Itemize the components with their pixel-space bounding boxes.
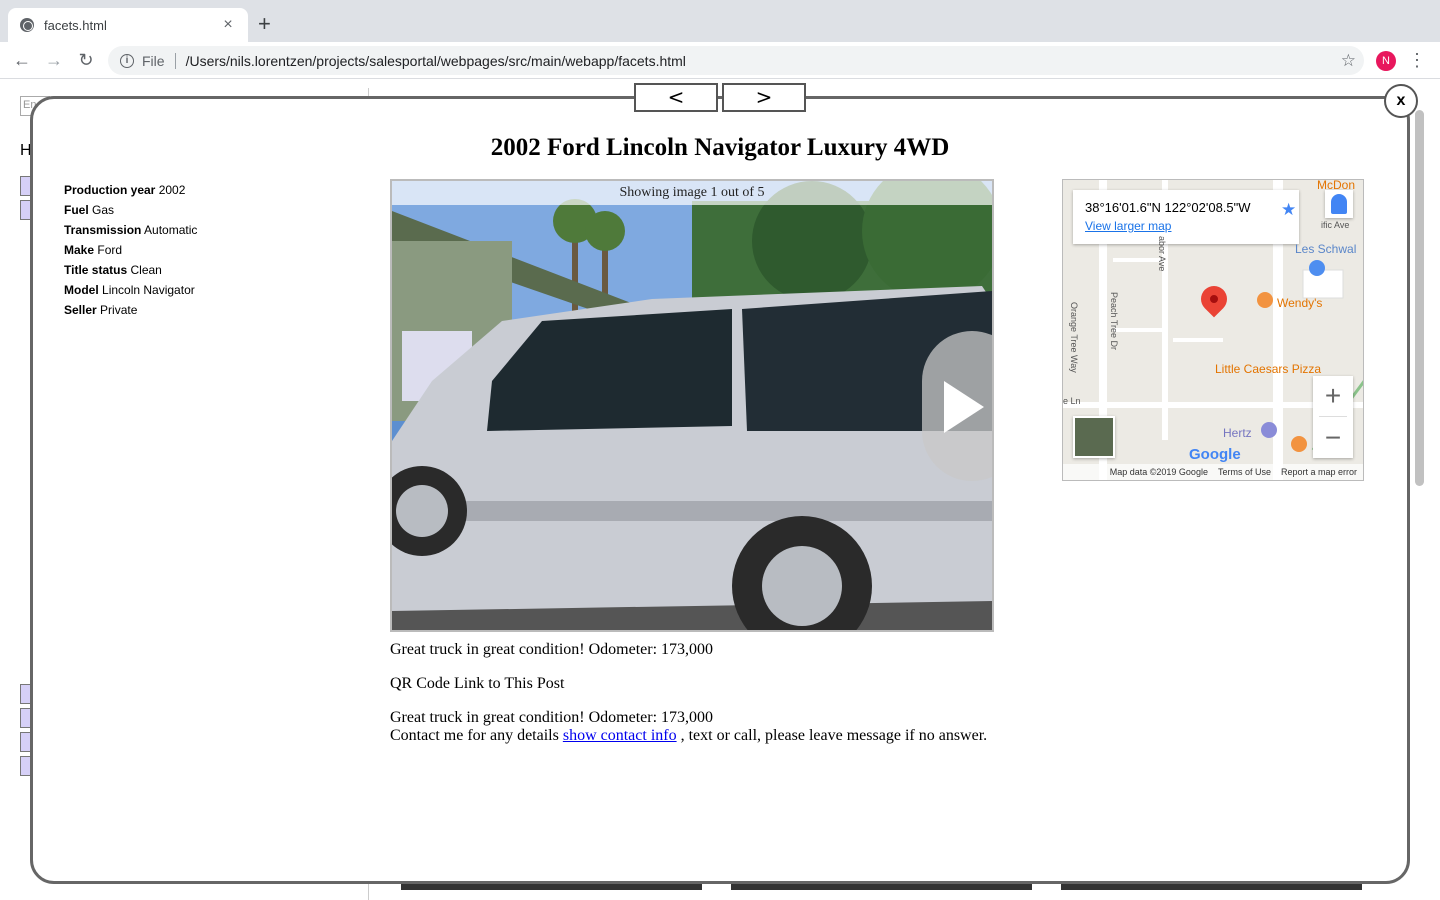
reload-icon[interactable]: ↻ xyxy=(74,48,98,72)
facet-key: Title status xyxy=(64,263,128,277)
facet-item: Transmission Automatic xyxy=(64,220,197,240)
map-road-arbor: abor Ave xyxy=(1157,236,1167,272)
tab-title: facets.html xyxy=(44,17,107,33)
map-attribution-bar: Map data ©2019 Google Terms of Use Repor… xyxy=(1063,464,1363,480)
listing-contact-line: Contact me for any details show contact … xyxy=(390,727,987,745)
address-bar[interactable]: i File /Users/nils.lorentzen/projects/sa… xyxy=(108,46,1364,75)
zoom-out-button[interactable]: − xyxy=(1313,418,1353,458)
vehicle-photo xyxy=(392,181,992,630)
restaurant-poi-icon[interactable] xyxy=(1291,436,1307,452)
street-view-pegman-icon[interactable] xyxy=(1325,190,1353,218)
image-gallery[interactable]: Showing image 1 out of 5 xyxy=(390,179,994,632)
page-scrollbar[interactable] xyxy=(1415,110,1424,486)
info-icon[interactable]: i xyxy=(120,53,134,68)
map-road-orange-tree: Orange Tree Way xyxy=(1069,302,1079,373)
facet-key: Transmission xyxy=(64,223,142,237)
location-map[interactable]: 38°16'01.6"N 122°02'08.5"W View larger m… xyxy=(1062,179,1364,481)
zoom-in-button[interactable]: + xyxy=(1313,376,1353,416)
facet-key: Make xyxy=(64,243,95,257)
forward-arrow-icon[interactable]: → xyxy=(42,48,66,72)
satellite-toggle-thumbnail[interactable] xyxy=(1073,416,1115,458)
report-map-error-link[interactable]: Report a map error xyxy=(1281,467,1357,477)
browser-toolbar: ← → ↻ i File /Users/nils.lorentzen/proje… xyxy=(0,42,1440,79)
listing-summary: Great truck in great condition! Odometer… xyxy=(390,641,714,658)
facet-list: Production year 2002 Fuel Gas Transmissi… xyxy=(64,180,197,320)
qr-code-link-text: QR Code Link to This Post xyxy=(390,675,565,692)
facet-item: Model Lincoln Navigator xyxy=(64,280,197,300)
listing-title: 2002 Ford Lincoln Navigator Luxury 4WD xyxy=(490,134,950,161)
facet-value: Ford xyxy=(97,243,123,257)
facet-value: Gas xyxy=(92,203,115,217)
kebab-menu-icon[interactable]: ⋮ xyxy=(1408,50,1426,70)
facet-value: Clean xyxy=(130,263,162,277)
tab-strip: facets.html × + xyxy=(0,0,1440,42)
facet-value: Lincoln Navigator xyxy=(102,283,195,297)
map-label-little-caesars[interactable]: Little Caesars Pizza xyxy=(1215,362,1321,376)
facet-key: Model xyxy=(64,283,99,297)
car-rental-poi-icon[interactable] xyxy=(1261,422,1277,438)
map-coordinates-card: 38°16'01.6"N 122°02'08.5"W View larger m… xyxy=(1073,190,1299,244)
facet-item: Seller Private xyxy=(64,300,197,320)
new-tab-icon[interactable]: + xyxy=(258,12,271,36)
zoom-controls: + − xyxy=(1313,376,1353,458)
contact-suffix: , text or call, please leave message if … xyxy=(680,727,988,744)
back-arrow-icon[interactable]: ← xyxy=(10,48,34,72)
restaurant-poi-icon[interactable] xyxy=(1257,292,1273,308)
url-text[interactable]: /Users/nils.lorentzen/projects/salesport… xyxy=(186,53,686,69)
active-tab[interactable]: facets.html × xyxy=(8,8,248,42)
facet-value: Automatic xyxy=(144,223,198,237)
next-image-arrow[interactable] xyxy=(922,331,992,481)
show-contact-info-link[interactable]: show contact info xyxy=(563,727,677,744)
facet-item: Title status Clean xyxy=(64,260,197,280)
globe-icon xyxy=(20,18,34,32)
gallery-caption: Showing image 1 out of 5 xyxy=(392,181,992,205)
map-label-les-schwab[interactable]: Les Schwal xyxy=(1295,242,1356,256)
map-road-pacific: ific Ave xyxy=(1321,220,1350,230)
map-label-wendys[interactable]: Wendy's xyxy=(1277,296,1322,310)
contact-prefix: Contact me for any details xyxy=(390,727,559,744)
facet-key: Fuel xyxy=(64,203,89,217)
facet-item: Production year 2002 xyxy=(64,180,197,200)
map-data-attribution: Map data ©2019 Google xyxy=(1109,467,1208,477)
url-scheme: File xyxy=(142,52,165,69)
view-larger-map-link[interactable]: View larger map xyxy=(1085,219,1287,233)
google-logo: Google xyxy=(1189,446,1241,463)
facet-value: 2002 xyxy=(158,183,186,197)
facet-item: Make Ford xyxy=(64,240,197,260)
map-label-hertz[interactable]: Hertz xyxy=(1223,426,1252,440)
map-road-peach-tree: Peach Tree Dr xyxy=(1109,292,1119,351)
facet-key: Seller xyxy=(64,303,97,317)
zoom-divider xyxy=(1319,416,1347,417)
coordinates: 38°16'01.6"N 122°02'08.5"W xyxy=(1085,200,1251,215)
save-place-star-icon[interactable]: ★ xyxy=(1281,200,1296,220)
terms-of-use-link[interactable]: Terms of Use xyxy=(1218,467,1271,477)
previous-listing-button[interactable]: < xyxy=(634,83,718,112)
facet-item: Fuel Gas xyxy=(64,200,197,220)
bookmark-star-icon[interactable]: ☆ xyxy=(1341,51,1356,71)
next-listing-button[interactable]: > xyxy=(722,83,806,112)
listing-body-line: Great truck in great condition! Odometer… xyxy=(390,709,714,726)
shopping-poi-icon[interactable] xyxy=(1309,260,1325,276)
tab-close-icon[interactable]: × xyxy=(220,16,236,34)
profile-avatar[interactable]: N xyxy=(1376,51,1396,71)
omnibox-divider xyxy=(174,52,176,69)
map-road-ln: e Ln xyxy=(1063,396,1081,406)
close-modal-button[interactable]: x xyxy=(1384,84,1418,118)
map-label-mcdonalds[interactable]: McDon xyxy=(1317,180,1355,192)
facet-key: Production year xyxy=(64,183,156,197)
facet-value: Private xyxy=(100,303,138,317)
